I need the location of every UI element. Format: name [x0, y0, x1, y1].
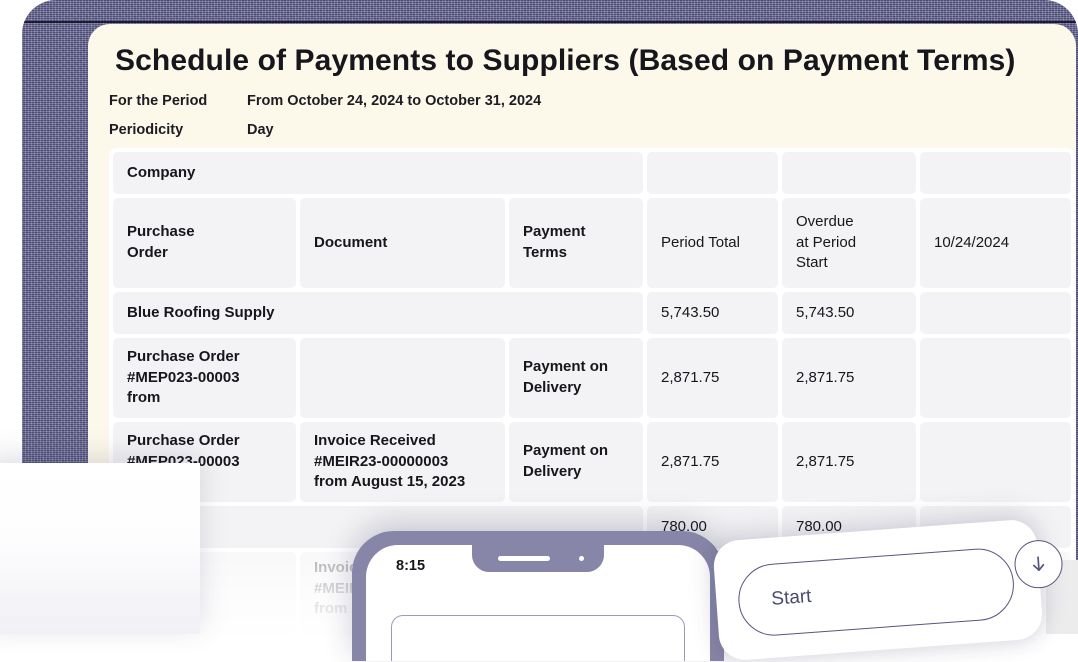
- meta-label-periodicity: Periodicity: [109, 122, 184, 138]
- cell-period-total: 5,743.50: [647, 292, 778, 334]
- phone-status-time: 8:15: [396, 558, 426, 574]
- phone-screen: 8:15: [366, 545, 710, 661]
- column-header-company: Company: [113, 152, 643, 194]
- cell-purchase-order: Purchase Order #MEP023-00003 from: [113, 338, 296, 418]
- column-header-payment-terms: Payment Terms: [509, 198, 643, 288]
- cell-document: [300, 338, 505, 418]
- column-header-purchase-order: Purchase Order: [113, 198, 296, 288]
- cell-company-name: Blue Roofing Supply: [113, 292, 643, 334]
- phone-mockup: 8:15: [352, 531, 724, 661]
- group-header-spacer-date: [920, 152, 1071, 194]
- column-header-document: Document: [300, 198, 505, 288]
- cell-period-total: 2,871.75: [647, 338, 778, 418]
- start-field-label: Start: [770, 585, 813, 610]
- cell-date-value: [920, 292, 1071, 334]
- cell-overdue: 2,871.75: [782, 338, 916, 418]
- background-panel-left: [0, 463, 200, 634]
- start-input-field[interactable]: Start: [735, 546, 1017, 639]
- table-row[interactable]: Purchase Order #MEP023-00003 from Invoic…: [109, 422, 1075, 502]
- phone-input-field[interactable]: [391, 615, 685, 661]
- cell-payment-terms: Payment on Delivery: [509, 422, 643, 502]
- meta-value-periodicity: Day: [247, 122, 274, 138]
- cell-date-value: [920, 422, 1071, 502]
- page-title: Schedule of Payments to Suppliers (Based…: [115, 44, 1016, 77]
- cell-overdue: 5,743.50: [782, 292, 916, 334]
- phone-speaker-icon: [498, 556, 550, 561]
- cell-payment-terms: Payment on Delivery: [509, 338, 643, 418]
- table-row-group-header: Company: [109, 152, 1075, 194]
- start-card: Start: [712, 518, 1065, 662]
- table-row[interactable]: Blue Roofing Supply 5,743.50 5,743.50: [109, 292, 1075, 334]
- group-header-spacer-overdue: [782, 152, 916, 194]
- meta-label-period: For the Period: [109, 93, 208, 109]
- column-header-overdue-at-period-start: Overdue at Period Start: [782, 198, 916, 288]
- cell-date-value: [920, 338, 1071, 418]
- phone-camera-icon: [579, 556, 584, 561]
- column-header-period-total: Period Total: [647, 198, 778, 288]
- meta-row-period: For the Period From October 24, 2024 to O…: [109, 93, 541, 109]
- group-header-spacer-total: [647, 152, 778, 194]
- table-header-row: Purchase Order Document Payment Terms Pe…: [109, 198, 1075, 288]
- cell-document: Invoice Received #MEIR23-00000003 from A…: [300, 422, 505, 502]
- cell-period-total: 2,871.75: [647, 422, 778, 502]
- cell-overdue: 2,871.75: [782, 422, 916, 502]
- phone-notch: [472, 545, 604, 572]
- table-row[interactable]: Purchase Order #MEP023-00003 from Paymen…: [109, 338, 1075, 418]
- meta-value-period: From October 24, 2024 to October 31, 202…: [247, 93, 542, 109]
- column-header-date: 10/24/2024: [920, 198, 1071, 288]
- meta-row-periodicity: Periodicity Day: [109, 122, 274, 138]
